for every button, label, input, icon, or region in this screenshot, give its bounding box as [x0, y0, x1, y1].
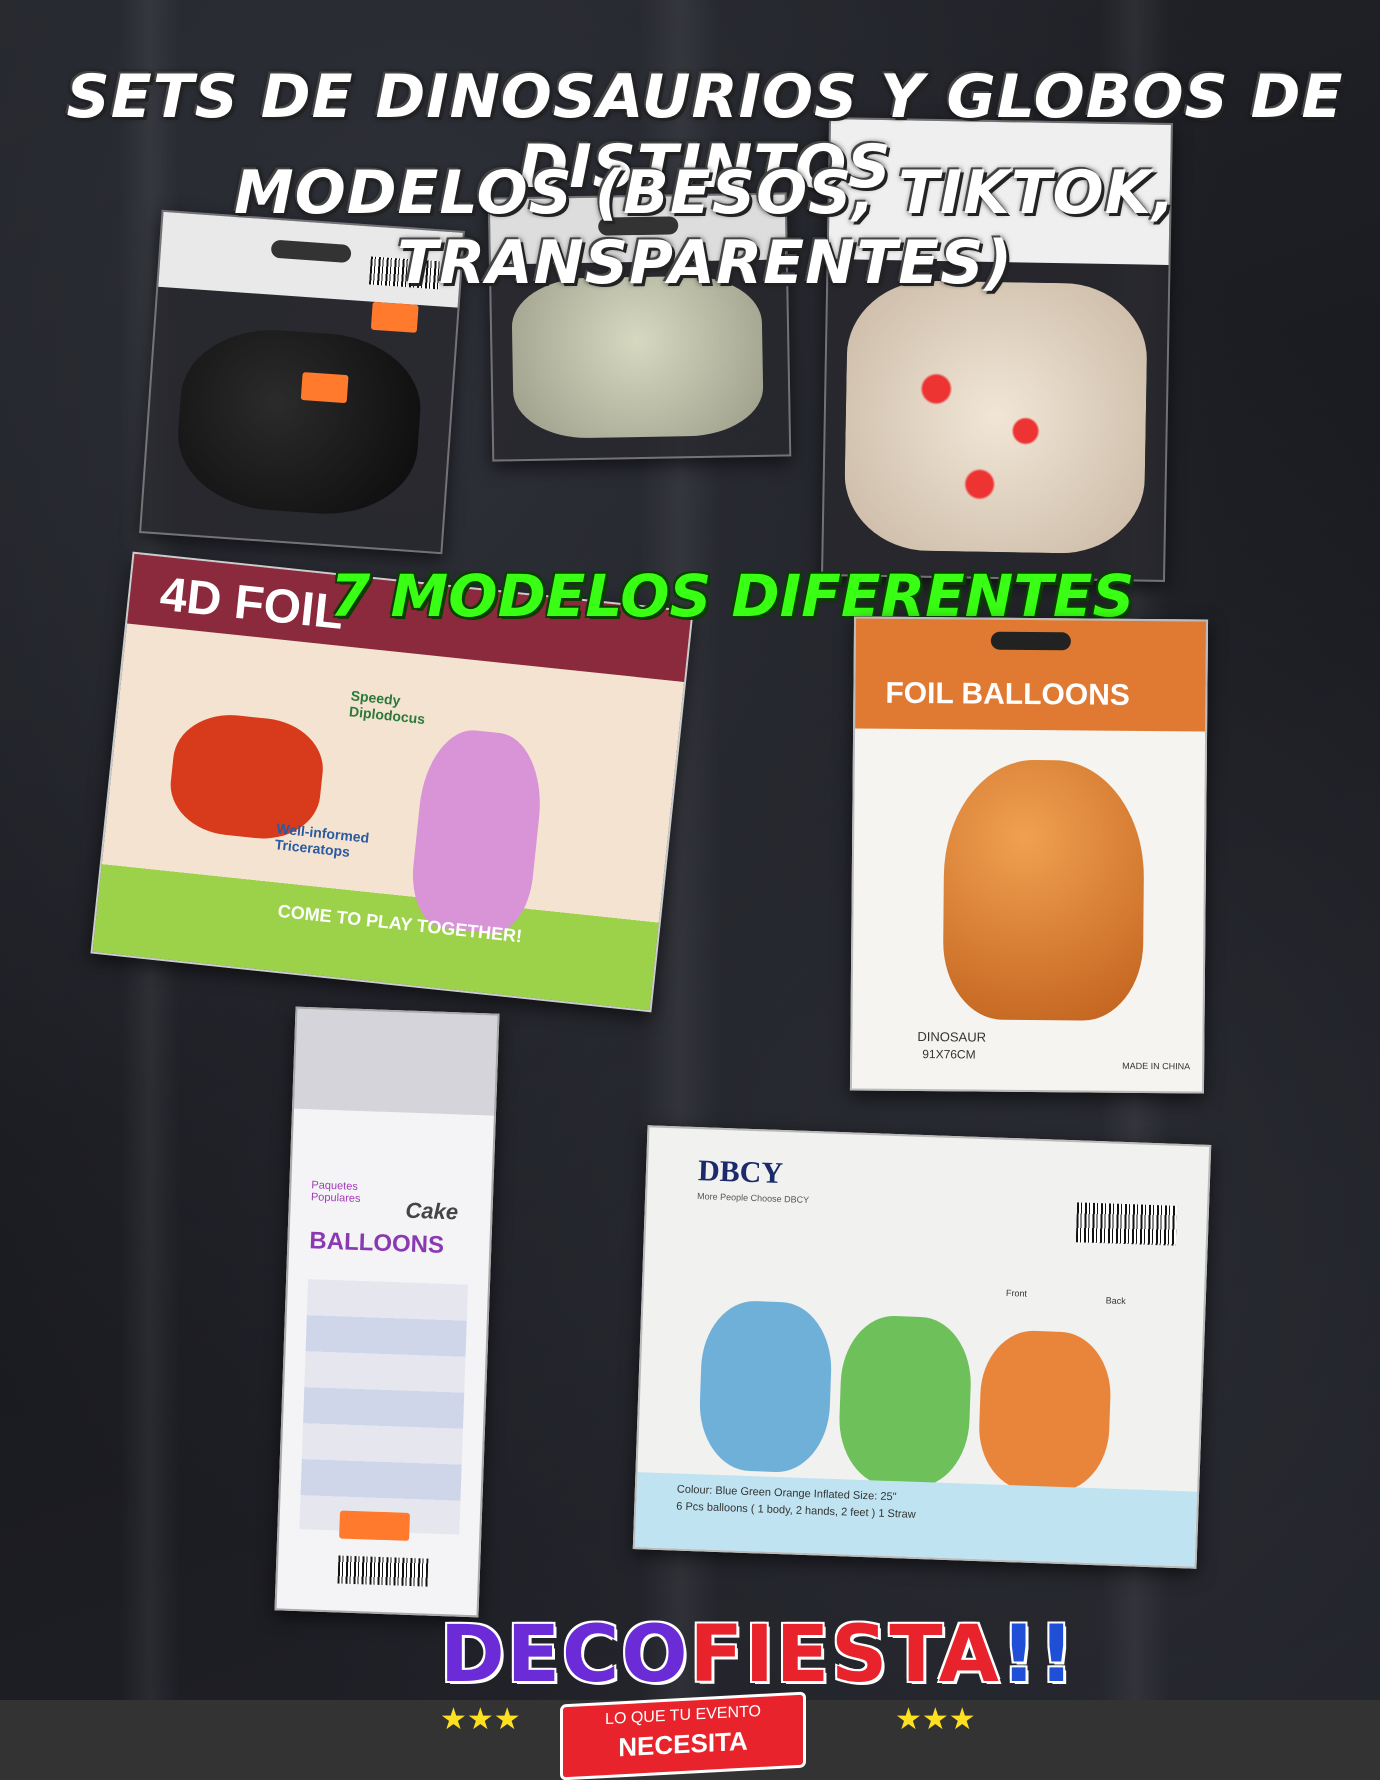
dbcy-brand: DBCY	[697, 1154, 784, 1191]
photo-background: SETS DE DINOSAURIOS Y GLOBOS DE DISTINTO…	[0, 0, 1380, 1780]
foil-balloons-name: DINOSAUR	[917, 1029, 987, 1045]
logo-wordmark: DECOFIESTA!!	[440, 1610, 1076, 1700]
blue-dino-balloon	[697, 1299, 834, 1474]
green-dino-balloon	[837, 1314, 974, 1489]
label-diplodocus: Speedy Diplodocus	[348, 687, 426, 728]
dbcy-back-label: Back	[1105, 1295, 1126, 1307]
orange-dino-balloon	[977, 1329, 1113, 1494]
dbcy-package: DBCY More People Choose DBCY Front Back …	[632, 1125, 1212, 1569]
dbcy-tagline: More People Choose DBCY	[696, 1191, 810, 1205]
cake-brand: Paquetes Populares	[310, 1179, 361, 1206]
cake-balloons-package: Paquetes Populares Cake BALLOONS	[274, 1006, 500, 1618]
label-triceratops: Well-informed Triceratops	[274, 820, 370, 860]
stars-left: ★★★	[440, 1702, 521, 1737]
headline-line-2: MODELOS (BESOS, TIKTOK, TRANSPARENTES)	[234, 158, 1176, 298]
logo-word-fiesta: FIESTA	[689, 1610, 1001, 1700]
cake-balloons-title: BALLOONS	[308, 1227, 445, 1259]
cake-topper-thumbnails	[299, 1279, 468, 1535]
decofiesta-logo: DECOFIESTA!! ★★★ LO QUE TU EVENTO NECESI…	[380, 1610, 1074, 1780]
foil-balloons-origin: MADE IN CHINA	[1122, 1060, 1191, 1072]
foil-balloons-size: 91X76CM	[922, 1047, 976, 1062]
foil-balloons-package: FOIL BALLOONS DINOSAUR 91X76CM MADE IN C…	[849, 616, 1209, 1094]
dbcy-front-label: Front	[1005, 1287, 1028, 1299]
stars-right: ★★★	[895, 1702, 976, 1737]
diplodocus-balloon-image	[407, 725, 548, 937]
cake-label: Cake	[405, 1197, 459, 1225]
logo-word-deco: DECO	[440, 1610, 690, 1700]
logo-word-exclaim: !!	[1000, 1610, 1077, 1700]
foil-balloons-title: FOIL BALLOONS	[885, 676, 1130, 712]
logo-ribbon: LO QUE TU EVENTO NECESITA	[560, 1691, 806, 1780]
trex-balloon-image	[942, 759, 1145, 1021]
